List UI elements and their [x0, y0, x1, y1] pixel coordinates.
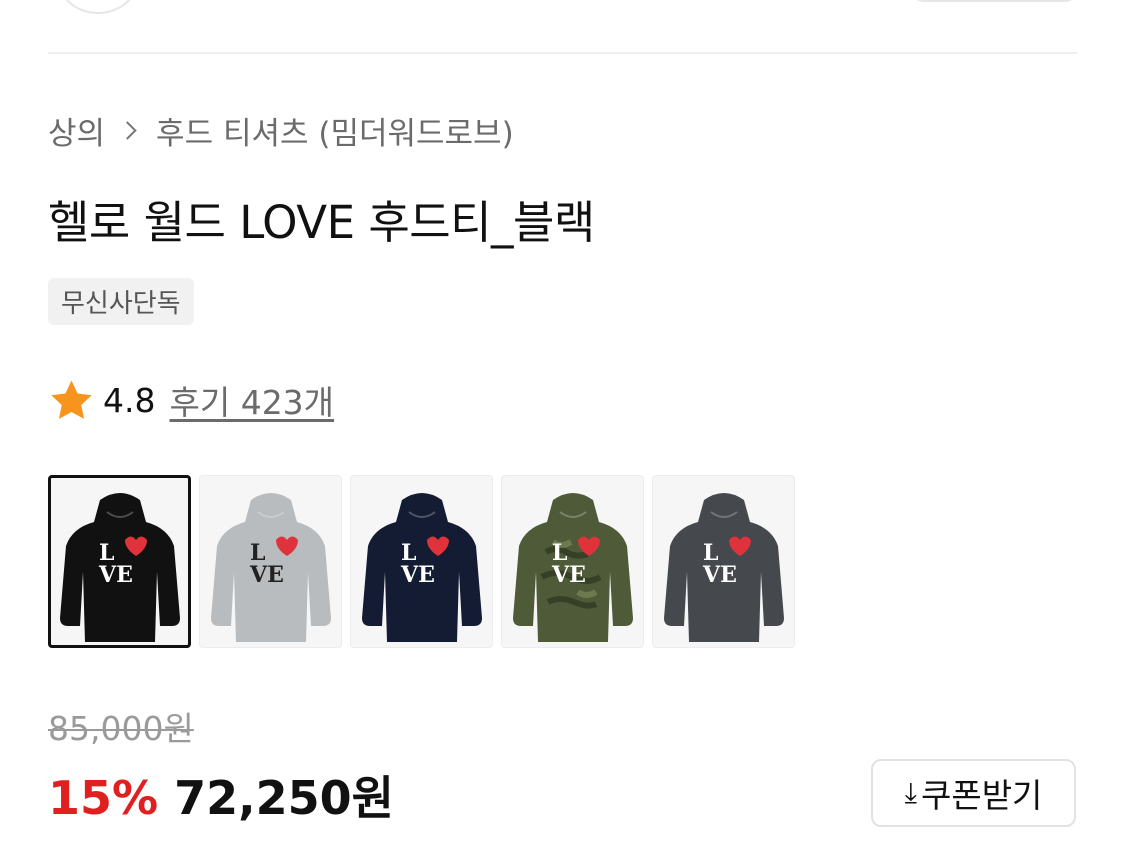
hoodie-illustration: LVE: [663, 492, 784, 642]
chevron-right-icon: [118, 121, 137, 140]
top-avatar-partial[interactable]: [57, 0, 139, 14]
original-price: 85,000원: [48, 709, 194, 748]
thumbnail-black[interactable]: L VE: [48, 475, 191, 648]
discount-rate: 15%: [48, 771, 159, 825]
exclusive-badge: 무신사단독: [48, 278, 194, 325]
coupon-download-button[interactable]: ⤓ 쿠폰받기: [871, 759, 1076, 827]
star-icon: [51, 380, 92, 419]
header-divider: [48, 52, 1077, 54]
svg-text:VE: VE: [702, 562, 737, 588]
breadcrumb: 상의 후드 티셔츠 (밈더워드로브): [48, 108, 514, 153]
breadcrumb-subcategory[interactable]: 후드 티셔츠 (밈더워드로브): [156, 108, 514, 153]
svg-text:VE: VE: [551, 562, 586, 588]
svg-text:VE: VE: [400, 562, 435, 588]
hoodie-illustration: LVE: [210, 492, 331, 642]
top-button-partial[interactable]: [912, 0, 1077, 2]
thumbnail-gray[interactable]: L VE: [199, 475, 342, 648]
rating-score: 4.8: [103, 380, 156, 420]
color-thumbnails: L VE L VE L VE L VE L VE: [48, 475, 795, 648]
hoodie-illustration: LVE: [512, 492, 633, 642]
svg-text:VE: VE: [98, 562, 133, 588]
reviews-link[interactable]: 후기 423개: [169, 376, 334, 424]
svg-text:VE: VE: [249, 562, 284, 588]
download-icon: ⤓: [904, 776, 917, 809]
rating-row: 4.8 후기 423개: [48, 376, 334, 424]
thumbnail-navy[interactable]: L VE: [350, 475, 493, 648]
hoodie-illustration: LVE: [59, 492, 180, 642]
coupon-label: 쿠폰받기: [920, 776, 1043, 815]
thumbnail-charcoal[interactable]: L VE: [652, 475, 795, 648]
final-price: 72,250원: [174, 771, 394, 825]
product-title: 헬로 월드 LOVE 후드티_블랙: [48, 196, 595, 249]
thumbnail-camo[interactable]: L VE: [501, 475, 644, 648]
hoodie-illustration: LVE: [361, 492, 482, 642]
breadcrumb-category[interactable]: 상의: [48, 108, 105, 153]
price-row: 15% 72,250원: [48, 762, 394, 828]
